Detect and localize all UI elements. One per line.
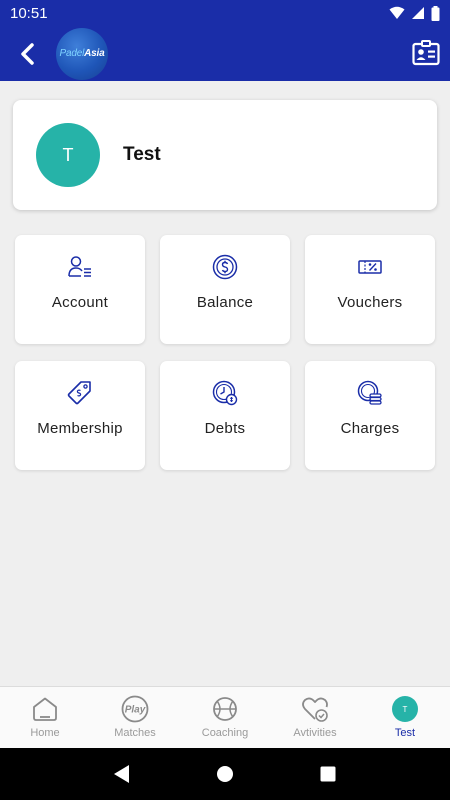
nav-label: Home	[30, 727, 60, 739]
coin-stack-icon	[357, 380, 382, 405]
tile-label: Balance	[196, 294, 254, 311]
back-button[interactable]	[0, 26, 54, 81]
id-card-icon	[412, 40, 440, 66]
wifi-icon	[389, 6, 405, 19]
triangle-back-icon	[113, 765, 129, 783]
play-icon: Play	[121, 695, 149, 723]
svg-text:Play: Play	[125, 705, 146, 716]
heart-check-icon	[302, 697, 328, 722]
tile-label: Charges	[340, 420, 400, 437]
account-tile[interactable]: Account	[15, 235, 145, 344]
tile-label: Debts	[204, 420, 246, 437]
circle-home-icon	[216, 766, 233, 782]
percent-ticket-icon	[358, 260, 382, 274]
status-bar: 10:51	[0, 0, 450, 26]
clock-coin-icon	[212, 380, 238, 406]
signal-icon	[412, 7, 424, 19]
system-nav-bar	[0, 748, 450, 800]
avatar: T	[36, 123, 100, 187]
profile-name: Test	[123, 144, 161, 165]
dollar-coin-icon	[212, 254, 238, 280]
battery-icon	[431, 5, 440, 21]
system-home-button[interactable]	[213, 762, 237, 786]
avatar: T	[392, 696, 418, 722]
logo-text: PadelAsia	[59, 48, 105, 59]
vouchers-tile[interactable]: Vouchers	[305, 235, 435, 344]
id-card-button[interactable]	[412, 39, 440, 67]
system-recents-button[interactable]	[316, 762, 340, 786]
nav-item-profile[interactable]: T Test	[360, 687, 450, 748]
debts-tile[interactable]: Debts	[160, 361, 290, 470]
nav-label: Matches	[114, 727, 156, 739]
nav-label: Test	[394, 727, 416, 739]
system-back-button[interactable]	[110, 762, 134, 786]
nav-item-coaching[interactable]: Coaching	[180, 687, 270, 748]
arrow-left-icon	[21, 42, 34, 65]
status-icons	[389, 5, 440, 21]
nav-label: Avtivities	[293, 727, 337, 739]
balance-tile[interactable]: Balance	[160, 235, 290, 344]
user-list-icon	[68, 256, 91, 277]
ball-icon	[213, 697, 237, 721]
membership-tile[interactable]: Membership	[15, 361, 145, 470]
square-recents-icon	[320, 766, 336, 782]
padel-asia-logo: PadelAsia	[56, 27, 108, 80]
bottom-nav: Home Play Matches Coaching Avtivities T …	[0, 686, 450, 748]
nav-item-matches[interactable]: Play Matches	[90, 687, 180, 748]
nav-label: Coaching	[201, 727, 249, 739]
tile-label: Membership	[37, 420, 123, 437]
nav-item-activities[interactable]: Avtivities	[270, 687, 360, 748]
home-icon	[33, 697, 57, 721]
tile-label: Vouchers	[337, 294, 403, 311]
tile-label: Account	[51, 294, 109, 311]
status-time: 10:51	[10, 4, 48, 22]
nav-item-home[interactable]: Home	[0, 687, 90, 748]
profile-card[interactable]: T Test	[13, 100, 437, 210]
app-bar: PadelAsia	[0, 26, 450, 81]
price-tag-icon	[67, 381, 91, 405]
charges-tile[interactable]: Charges	[305, 361, 435, 470]
